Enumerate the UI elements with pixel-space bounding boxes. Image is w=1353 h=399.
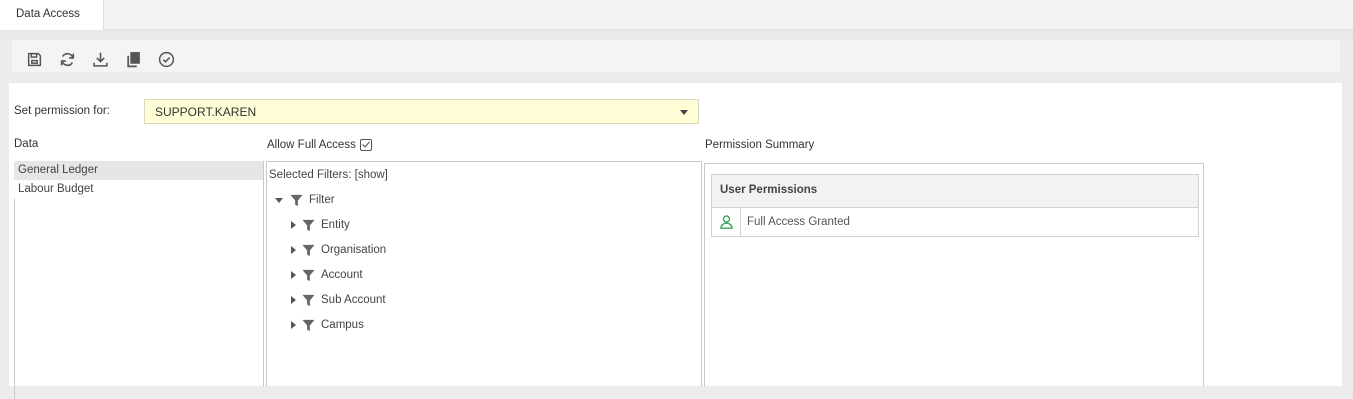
list-item-labour-budget[interactable]: Labour Budget bbox=[14, 180, 263, 199]
validate-button[interactable] bbox=[157, 50, 175, 68]
tree-node-label: Account bbox=[321, 269, 363, 281]
download-button[interactable] bbox=[91, 50, 109, 68]
collapse-arrow-icon[interactable] bbox=[275, 197, 283, 203]
user-permissions-table: User Permissions Full Access Granted bbox=[711, 174, 1199, 237]
filter-icon bbox=[302, 219, 315, 231]
tree-node-organisation[interactable]: Organisation bbox=[291, 241, 386, 259]
filter-icon bbox=[302, 269, 315, 281]
expand-arrow-icon[interactable] bbox=[291, 321, 296, 329]
tree-node-label: Entity bbox=[321, 219, 350, 231]
expand-arrow-icon[interactable] bbox=[291, 246, 296, 254]
user-icon bbox=[719, 215, 733, 229]
save-button[interactable] bbox=[25, 50, 43, 68]
permission-summary-panel: User Permissions Full Access Granted bbox=[704, 163, 1204, 386]
permission-summary-label: Permission Summary bbox=[705, 139, 815, 151]
tab-separator bbox=[0, 30, 1353, 39]
selected-filters-link[interactable]: Selected Filters: [show] bbox=[269, 169, 388, 181]
data-label: Data bbox=[14, 138, 39, 150]
check-circle-icon bbox=[158, 51, 174, 67]
expand-arrow-icon[interactable] bbox=[291, 271, 296, 279]
tab-bar: Data Access bbox=[0, 0, 1353, 31]
chevron-down-icon[interactable] bbox=[680, 110, 688, 115]
list-item-general-ledger[interactable]: General Ledger bbox=[14, 161, 263, 180]
allow-full-access-label: Allow Full Access bbox=[267, 139, 356, 151]
toolbar-separator bbox=[0, 73, 1353, 83]
save-icon bbox=[27, 52, 41, 66]
tree-node-filter[interactable]: Filter bbox=[275, 191, 335, 209]
filter-icon bbox=[302, 244, 315, 256]
data-list: General Ledger Labour Budget bbox=[14, 161, 264, 399]
copy-icon bbox=[126, 51, 140, 67]
toolbar bbox=[11, 39, 1341, 73]
allow-full-access: Allow Full Access bbox=[267, 139, 372, 151]
refresh-icon bbox=[60, 52, 74, 66]
filter-icon bbox=[290, 194, 303, 206]
refresh-button[interactable] bbox=[58, 50, 76, 68]
download-icon bbox=[92, 52, 108, 67]
filter-icon bbox=[302, 294, 315, 306]
tree-node-label: Sub Account bbox=[321, 294, 386, 306]
main-panel: Set permission for: SUPPORT.KAREN Data A… bbox=[9, 83, 1342, 399]
tree-node-label: Campus bbox=[321, 319, 364, 331]
permission-user-select[interactable]: SUPPORT.KAREN bbox=[144, 99, 699, 124]
permission-text: Full Access Granted bbox=[747, 216, 850, 228]
tree-node-label: Filter bbox=[309, 194, 335, 206]
filter-panel: Selected Filters: [show] Filter Entity O… bbox=[266, 161, 702, 386]
copy-button[interactable] bbox=[124, 50, 142, 68]
permission-user-value: SUPPORT.KAREN bbox=[155, 105, 257, 119]
user-icon-cell bbox=[712, 208, 741, 236]
expand-arrow-icon[interactable] bbox=[291, 296, 296, 304]
tree-node-account[interactable]: Account bbox=[291, 266, 363, 284]
expand-arrow-icon[interactable] bbox=[291, 221, 296, 229]
tree-node-entity[interactable]: Entity bbox=[291, 216, 350, 234]
table-header: User Permissions bbox=[712, 175, 1198, 208]
set-permission-label: Set permission for: bbox=[14, 105, 110, 117]
tree-node-campus[interactable]: Campus bbox=[291, 316, 364, 334]
allow-full-access-checkbox[interactable] bbox=[359, 139, 372, 151]
table-row[interactable]: Full Access Granted bbox=[712, 208, 1198, 236]
tree-node-sub-account[interactable]: Sub Account bbox=[291, 291, 386, 309]
filter-icon bbox=[302, 319, 315, 331]
tab-data-access[interactable]: Data Access bbox=[0, 0, 104, 31]
list-divider bbox=[14, 199, 15, 399]
tree-node-label: Organisation bbox=[321, 244, 387, 256]
